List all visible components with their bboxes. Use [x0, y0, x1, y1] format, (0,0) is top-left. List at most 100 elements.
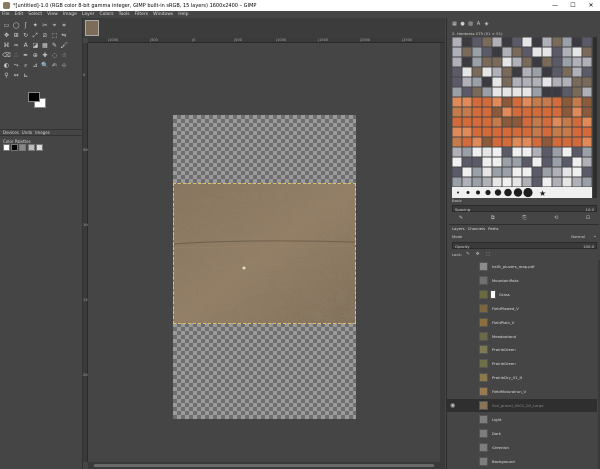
menu-image[interactable]: Image: [63, 12, 77, 17]
brush-thumbnail[interactable]: [532, 147, 542, 157]
layer-row[interactable]: heXt_pluvers_map.pdf: [447, 260, 597, 273]
ink-icon[interactable]: ✒: [21, 51, 30, 60]
brush-thumbnail[interactable]: [452, 37, 462, 47]
round-brush-thumbnail[interactable]: [466, 191, 470, 194]
brush-thumbnail[interactable]: [452, 157, 462, 167]
pencil-icon[interactable]: ✎: [50, 41, 59, 50]
brush-thumbnail[interactable]: [582, 167, 592, 177]
brush-thumbnail[interactable]: [532, 77, 542, 87]
brush-thumbnail[interactable]: [532, 87, 542, 97]
brush-thumbnail[interactable]: [472, 107, 482, 117]
brush-thumbnail[interactable]: [522, 87, 532, 97]
brush-thumbnail[interactable]: [512, 67, 522, 77]
brush-thumbnail[interactable]: [542, 87, 552, 97]
gradient-preset-swatch[interactable]: [19, 144, 27, 151]
brush-thumbnail[interactable]: [542, 77, 552, 87]
fonts-tab-icon[interactable]: A: [475, 20, 482, 27]
horizontal-scrollbar[interactable]: [88, 462, 445, 469]
brush-thumbnail[interactable]: [552, 77, 562, 87]
menu-help[interactable]: Help: [178, 12, 188, 17]
fuzzy-select-icon[interactable]: ✦: [31, 21, 40, 30]
menu-layer[interactable]: Layer: [82, 12, 95, 17]
brush-thumbnail[interactable]: [502, 57, 512, 67]
brush-thumbnail[interactable]: [452, 167, 462, 177]
maximize-button[interactable]: ☐: [564, 0, 582, 11]
brush-thumbnail[interactable]: [582, 77, 592, 87]
brush-thumbnail[interactable]: [492, 47, 502, 57]
menu-filters[interactable]: Filters: [135, 12, 149, 17]
brush-thumbnail[interactable]: [542, 37, 552, 47]
brush-thumbnail[interactable]: [562, 87, 572, 97]
layer-opacity-slider[interactable]: Opacity 100.0: [452, 242, 597, 249]
brush-thumbnail[interactable]: [552, 87, 562, 97]
brush-thumbnail[interactable]: [552, 47, 562, 57]
brush-thumbnail[interactable]: [532, 57, 542, 67]
layer-row[interactable]: FieldPlain_V: [447, 316, 597, 329]
brush-thumbnail[interactable]: [482, 147, 492, 157]
handle-icon[interactable]: ⊹: [60, 61, 69, 70]
brush-thumbnail[interactable]: [522, 67, 532, 77]
brush-thumbnail[interactable]: [562, 57, 572, 67]
brush-thumbnail[interactable]: [532, 37, 542, 47]
brush-thumbnail[interactable]: [522, 157, 532, 167]
brush-thumbnail[interactable]: [522, 57, 532, 67]
brush-thumbnail[interactable]: [532, 47, 542, 57]
brush-thumbnail[interactable]: [572, 167, 582, 177]
brush-thumbnail[interactable]: [482, 87, 492, 97]
brush-thumbnail[interactable]: [572, 157, 582, 167]
brush-thumbnail[interactable]: [502, 137, 512, 147]
brush-thumbnail[interactable]: [522, 117, 532, 127]
brush-thumbnail[interactable]: [542, 157, 552, 167]
brush-thumbnail[interactable]: [572, 97, 582, 107]
menu-windows[interactable]: Windows: [153, 12, 173, 17]
brush-thumbnail[interactable]: [492, 137, 502, 147]
brush-thumbnail[interactable]: [492, 127, 502, 137]
brush-thumbnail[interactable]: [572, 77, 582, 87]
brush-thumbnail[interactable]: [472, 87, 482, 97]
brush-thumbnail[interactable]: [482, 47, 492, 57]
brush-thumbnail[interactable]: [512, 57, 522, 67]
brush-thumbnail[interactable]: [542, 117, 552, 127]
brush-thumbnail[interactable]: [472, 47, 482, 57]
brush-thumbnail[interactable]: [532, 97, 542, 107]
brush-thumbnail[interactable]: [512, 167, 522, 177]
brush-thumbnail[interactable]: [552, 167, 562, 177]
brush-spacing-slider[interactable]: Spacing 10.0: [452, 205, 597, 212]
menu-select[interactable]: Select: [28, 12, 42, 17]
refresh-brushes-icon[interactable]: ⟲: [552, 215, 560, 221]
lock-alpha-icon[interactable]: ⬚: [486, 252, 490, 257]
brush-thumbnail[interactable]: [452, 117, 462, 127]
brush-thumbnail[interactable]: [502, 157, 512, 167]
brush-thumbnail[interactable]: [552, 37, 562, 47]
brush-thumbnail[interactable]: [462, 177, 472, 187]
gradient-preset-swatch[interactable]: [27, 144, 35, 151]
gradient-icon[interactable]: ▦: [40, 41, 49, 50]
brush-thumbnail[interactable]: [472, 147, 482, 157]
smudge-icon[interactable]: ☝: [60, 51, 69, 60]
rect-select-icon[interactable]: ▭: [2, 21, 11, 30]
brush-thumbnail[interactable]: [502, 47, 512, 57]
brush-thumbnail[interactable]: [522, 147, 532, 157]
tab-layers[interactable]: Layers: [452, 226, 465, 231]
lock-position-icon[interactable]: ✥: [476, 252, 480, 257]
brush-thumbnail[interactable]: [452, 147, 462, 157]
brush-thumbnail[interactable]: [552, 147, 562, 157]
horizontal-scroll-thumb[interactable]: [94, 464, 434, 467]
brush-thumbnail[interactable]: [482, 157, 492, 167]
brush-thumbnail[interactable]: [502, 127, 512, 137]
brush-thumbnail[interactable]: [582, 177, 592, 187]
brush-thumbnail[interactable]: [502, 107, 512, 117]
zoom-icon[interactable]: 🔍: [40, 61, 49, 70]
brush-thumbnail[interactable]: [532, 107, 542, 117]
brush-thumbnail[interactable]: [512, 147, 522, 157]
brush-thumbnail[interactable]: [522, 177, 532, 187]
brush-thumbnail[interactable]: [462, 137, 472, 147]
duplicate-brush-icon[interactable]: ⎘: [521, 215, 529, 221]
brush-thumbnail[interactable]: [552, 97, 562, 107]
gradient-preset-swatch[interactable]: [3, 144, 10, 151]
brush-thumbnail[interactable]: [582, 87, 592, 97]
tab-undo[interactable]: Undo: [22, 130, 32, 135]
brush-thumbnail[interactable]: [472, 167, 482, 177]
brush-thumbnail[interactable]: [572, 47, 582, 57]
layer-row[interactable]: Dark: [447, 427, 597, 440]
